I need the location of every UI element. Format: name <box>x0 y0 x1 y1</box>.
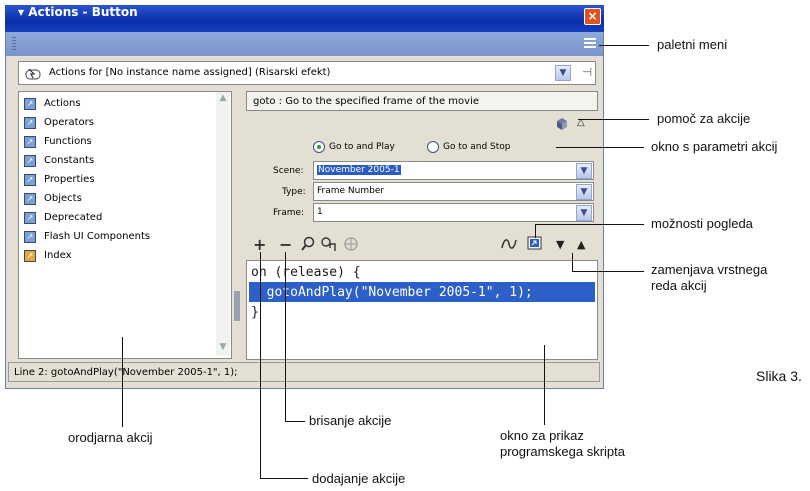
chevron-down-icon[interactable]: ▼ <box>576 184 592 200</box>
leader-line <box>572 253 573 271</box>
annotation-toolbox: orodjarna akcij <box>68 430 153 445</box>
toolbox-item-label: Actions <box>44 98 81 109</box>
scene-value: November 2005-1 <box>317 165 401 175</box>
annotation-view-options: možnosti pogleda <box>651 216 753 231</box>
leader-line <box>544 345 545 425</box>
book-icon: ↗ <box>24 98 36 110</box>
goto-and-play-label: Go to and Play <box>329 142 395 152</box>
toolbox-item-label: Functions <box>44 136 92 147</box>
goto-and-stop-label: Go to and Stop <box>443 142 511 152</box>
toolbox-item-label: Flash UI Components <box>44 231 151 242</box>
toolbox-item-label: Constants <box>44 155 95 166</box>
annotation-palette-menu: paletni meni <box>657 37 728 52</box>
script-line-3[interactable]: } <box>251 305 259 320</box>
annotation-reorder-1: zamenjava vrstnega <box>651 262 768 277</box>
debug-options-icon[interactable] <box>500 236 520 252</box>
leader-line <box>122 337 123 427</box>
leader-line <box>535 224 536 238</box>
scroll-down-icon[interactable]: ▼ <box>217 342 229 354</box>
pane-splitter-handle[interactable] <box>234 291 240 321</box>
scene-select[interactable]: November 2005-1 ▼ <box>313 161 594 180</box>
book-icon: ↗ <box>24 136 36 148</box>
find-replace-icon[interactable] <box>320 236 338 252</box>
frame-label: Frame: <box>273 208 305 218</box>
figure-caption: Slika 3. <box>756 368 802 384</box>
toolbox-item-label: Index <box>44 250 72 261</box>
panel-title[interactable]: ▾ Actions - Button <box>18 5 138 19</box>
pin-script-icon[interactable]: ⊣ <box>580 64 594 80</box>
book-icon: ↗ <box>24 117 36 129</box>
close-icon[interactable]: × <box>584 8 601 25</box>
book-icon: ↗ <box>24 155 36 167</box>
type-select[interactable]: Frame Number ▼ <box>313 182 594 201</box>
annotation-add-action: dodajanje akcije <box>312 471 406 486</box>
chevron-down-icon[interactable]: ▼ <box>576 205 592 221</box>
insert-target-path-icon[interactable] <box>343 236 359 252</box>
palette-menu-icon[interactable] <box>584 38 596 48</box>
index-icon: ↗ <box>24 250 36 262</box>
book-icon: ↗ <box>24 193 36 205</box>
annotation-delete-action: brisanje akcije <box>309 413 392 428</box>
move-down-icon[interactable]: ▼ <box>556 238 564 251</box>
goto-and-stop-radio[interactable] <box>427 141 439 153</box>
frame-select[interactable]: 1 ▼ <box>313 203 594 222</box>
script-line-2[interactable]: gotoAndPlay("November 2005-1", 1); <box>251 285 533 300</box>
status-bar: Line 2: gotoAndPlay("November 2005-1", 1… <box>8 362 600 382</box>
book-icon: ↗ <box>24 174 36 186</box>
leader-line <box>572 271 644 272</box>
leader-line <box>578 119 649 120</box>
scroll-up-icon[interactable]: ▲ <box>217 93 229 105</box>
leader-line <box>285 421 305 422</box>
drag-grip-icon[interactable] <box>12 37 16 51</box>
action-help-bar: goto : Go to the specified frame of the … <box>246 91 598 111</box>
move-up-icon[interactable]: ▲ <box>577 238 585 251</box>
toolbox-item-label: Objects <box>44 193 82 204</box>
annotation-script-pane-1: okno za prikaz <box>500 428 584 443</box>
leader-line <box>260 252 261 479</box>
button-symbol-icon <box>25 66 43 80</box>
help-text: goto : Go to the specified frame of the … <box>253 96 479 107</box>
toolbox-item-label: Operators <box>44 117 94 128</box>
book-icon: ↗ <box>24 231 36 243</box>
type-value: Frame Number <box>317 186 385 196</box>
reference-book-icon[interactable] <box>555 116 569 130</box>
annotation-reorder-2: reda akcij <box>651 278 707 293</box>
status-text: Line 2: gotoAndPlay("November 2005-1", 1… <box>14 367 238 378</box>
actions-panel-header[interactable] <box>6 32 603 56</box>
chevron-down-icon[interactable]: ▼ <box>555 65 571 81</box>
script-line-1[interactable]: on (release) { <box>251 265 361 280</box>
leader-line <box>556 147 644 148</box>
actions-toolbox: ↗ Actions ↗ Operators ↗ Functions ↗ Cons… <box>18 91 232 359</box>
leader-line <box>260 478 308 479</box>
view-options-icon[interactable] <box>527 236 545 252</box>
leader-line <box>535 224 644 225</box>
leader-line <box>599 45 649 46</box>
frame-value: 1 <box>317 207 323 217</box>
goto-and-play-radio[interactable] <box>313 141 325 153</box>
actions-for-label: Actions for [No instance name assigned] … <box>49 67 331 78</box>
actions-for-selector[interactable]: Actions for [No instance name assigned] … <box>18 61 596 85</box>
toolbox-item-label: Deprecated <box>44 212 103 223</box>
annotation-parameters-pane: okno s parametri akcij <box>651 139 778 154</box>
find-icon[interactable] <box>300 236 316 252</box>
type-label: Type: <box>282 187 306 197</box>
scene-label: Scene: <box>273 166 304 176</box>
toolbox-item-label: Properties <box>44 174 95 185</box>
toolbox-scrollbar[interactable]: ▲ ▼ <box>216 92 230 356</box>
leader-line <box>285 252 286 422</box>
chevron-down-icon[interactable]: ▼ <box>576 163 592 179</box>
annotation-action-help: pomoč za akcije <box>657 111 751 126</box>
book-icon: ↗ <box>24 212 36 224</box>
annotation-script-pane-2: programskega skripta <box>500 444 625 459</box>
